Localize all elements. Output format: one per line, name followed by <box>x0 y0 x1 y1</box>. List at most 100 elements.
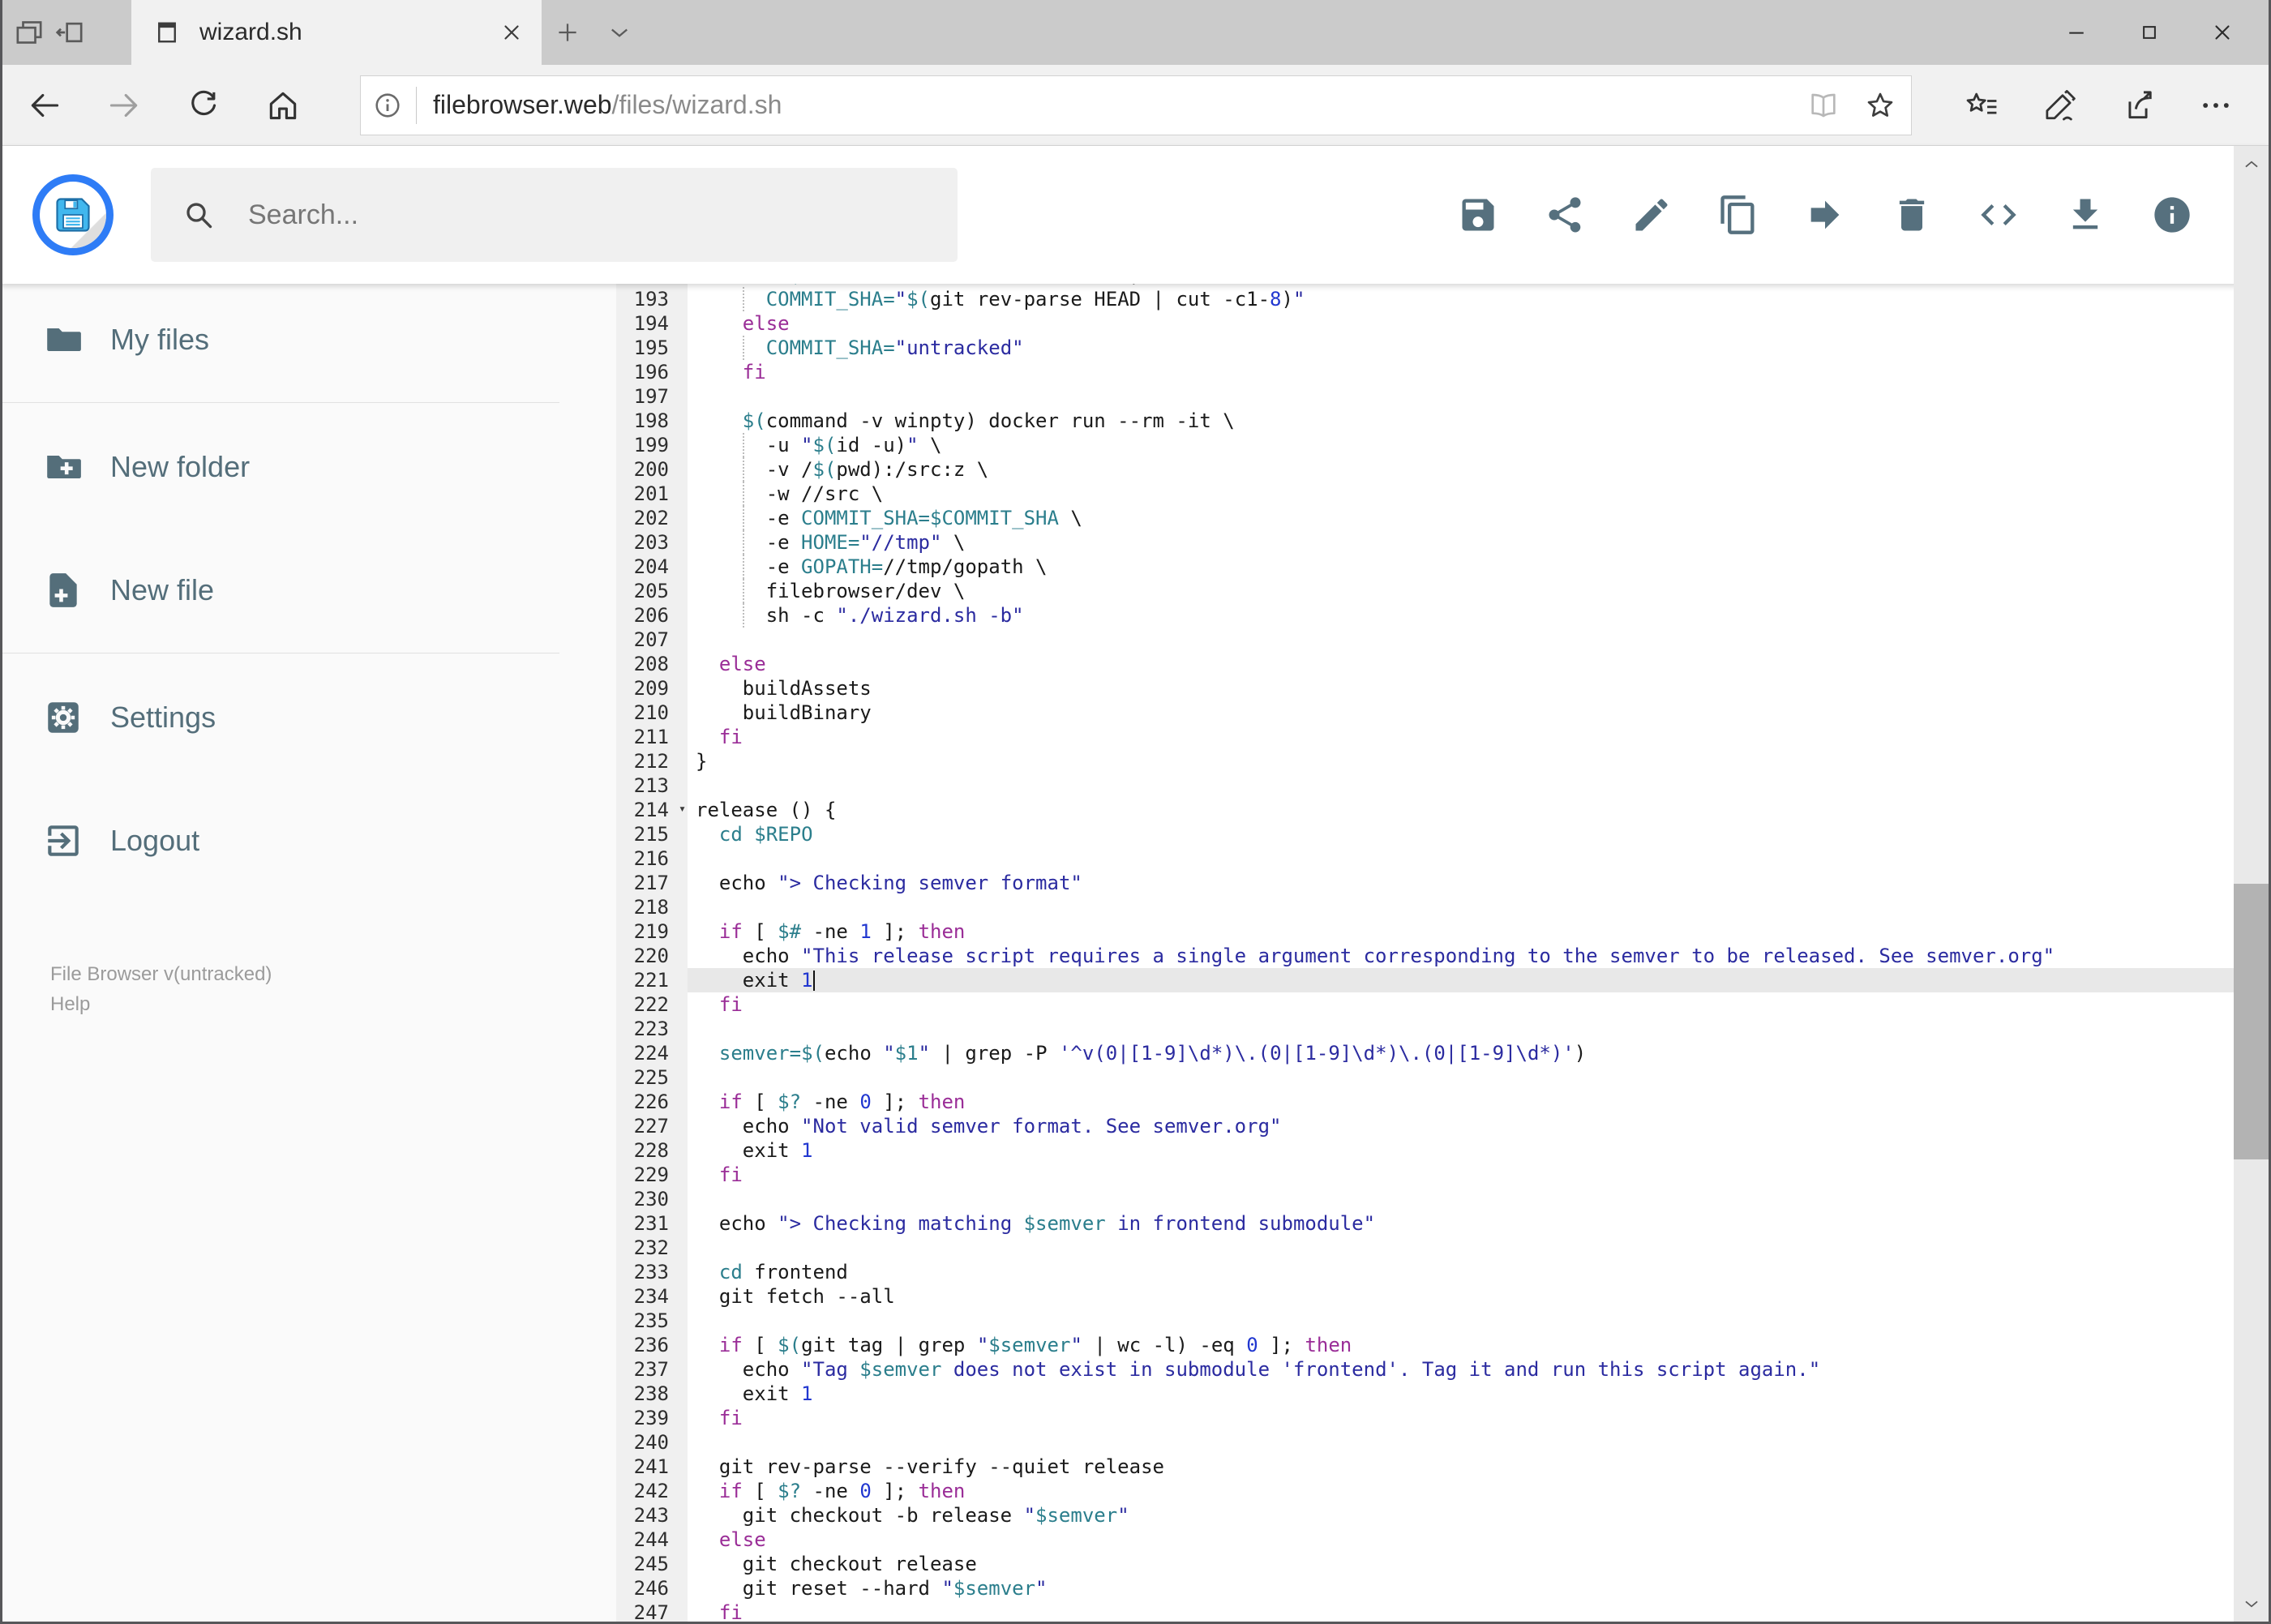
tab-close-button[interactable] <box>499 20 524 45</box>
code-line-244[interactable]: 244 else <box>616 1528 2236 1552</box>
code-line-224[interactable]: 224 semver=$(echo "$1" | grep -P '^v(0|[… <box>616 1041 2236 1065</box>
code-line-225[interactable]: 225 <box>616 1065 2236 1090</box>
minimize-button[interactable] <box>2040 0 2113 65</box>
new-tab-button[interactable] <box>542 0 593 65</box>
scroll-up-button[interactable] <box>2234 146 2269 182</box>
code-line-221[interactable]: 221 exit 1 <box>616 968 2236 992</box>
sidebar-item-new-folder[interactable]: New folder <box>0 439 616 495</box>
move-button[interactable] <box>1797 186 1853 243</box>
code-line-217[interactable]: 217 echo "> Checking semver format" <box>616 871 2236 895</box>
info-button[interactable] <box>2144 186 2200 243</box>
code-line-210[interactable]: 210 buildBinary <box>616 701 2236 725</box>
add-favorite-button[interactable] <box>1864 89 1896 122</box>
code-line-197[interactable]: 197 <box>616 384 2236 409</box>
page-scrollbar[interactable] <box>2234 146 2269 1622</box>
code-line-233[interactable]: 233 cd frontend <box>616 1260 2236 1284</box>
hub-button[interactable] <box>1954 77 2011 134</box>
code-line-209[interactable]: 209 buildAssets <box>616 676 2236 701</box>
code-line-242[interactable]: 242 if [ $? -ne 0 ]; then <box>616 1479 2236 1503</box>
code-line-229[interactable]: 229 fi <box>616 1163 2236 1187</box>
code-line-206[interactable]: 206 sh -c "./wizard.sh -b" <box>616 603 2236 628</box>
search-input[interactable] <box>246 198 933 232</box>
code-line-235[interactable]: 235 <box>616 1309 2236 1333</box>
code-line-195[interactable]: 195 COMMIT_SHA="untracked" <box>616 336 2236 360</box>
code-line-232[interactable]: 232 <box>616 1236 2236 1260</box>
refresh-button[interactable] <box>175 77 232 134</box>
code-line-211[interactable]: 211 fi <box>616 725 2236 749</box>
code-line-240[interactable]: 240 <box>616 1430 2236 1455</box>
forward-button[interactable] <box>96 77 152 134</box>
share-button[interactable] <box>1536 186 1593 243</box>
code-line-230[interactable]: 230 <box>616 1187 2236 1211</box>
code-line-193[interactable]: 193 COMMIT_SHA="$(git rev-parse HEAD | c… <box>616 287 2236 311</box>
annotate-button[interactable] <box>2032 77 2089 134</box>
code-line-213[interactable]: 213 <box>616 773 2236 798</box>
code-line-236[interactable]: 236 if [ $(git tag | grep "$semver" | wc… <box>616 1333 2236 1357</box>
back-button[interactable] <box>16 77 73 134</box>
save-button[interactable] <box>1450 186 1506 243</box>
delete-button[interactable] <box>1883 186 1940 243</box>
code-line-227[interactable]: 227 echo "Not valid semver format. See s… <box>616 1114 2236 1138</box>
code-line-215[interactable]: 215 cd $REPO <box>616 822 2236 846</box>
source-code-button[interactable] <box>1970 186 2027 243</box>
code-line-245[interactable]: 245 git checkout release <box>616 1552 2236 1576</box>
code-line-214[interactable]: 214 ▾ release () { <box>616 798 2236 822</box>
sidebar-item-logout[interactable]: Logout <box>0 813 616 868</box>
sidebar-item-settings[interactable]: Settings <box>0 690 616 745</box>
code-line-194[interactable]: 194 else <box>616 311 2236 336</box>
sidebar-item-my-files[interactable]: My files <box>0 312 616 367</box>
code-line-196[interactable]: 196 fi <box>616 360 2236 384</box>
site-info-icon[interactable] <box>372 90 403 121</box>
url-text[interactable]: filebrowser.web/files/wizard.sh <box>433 90 782 120</box>
code-line-231[interactable]: 231 echo "> Checking matching $semver in… <box>616 1211 2236 1236</box>
code-line-202[interactable]: 202 -e COMMIT_SHA=$COMMIT_SHA \ <box>616 506 2236 530</box>
code-line-243[interactable]: 243 git checkout -b release "$semver" <box>616 1503 2236 1528</box>
copy-button[interactable] <box>1710 186 1767 243</box>
search-box[interactable] <box>151 168 958 262</box>
code-line-234[interactable]: 234 git fetch --all <box>616 1284 2236 1309</box>
tab-list-dropdown-button[interactable] <box>593 0 645 65</box>
code-line-239[interactable]: 239 fi <box>616 1406 2236 1430</box>
code-line-246[interactable]: 246 git reset --hard "$semver" <box>616 1576 2236 1600</box>
code-line-241[interactable]: 241 git rev-parse --verify --quiet relea… <box>616 1455 2236 1479</box>
code-line-228[interactable]: 228 exit 1 <box>616 1138 2236 1163</box>
code-line-207[interactable]: 207 <box>616 628 2236 652</box>
download-button[interactable] <box>2057 186 2114 243</box>
share-page-button[interactable] <box>2110 77 2166 134</box>
code-line-238[interactable]: 238 exit 1 <box>616 1382 2236 1406</box>
code-line-222[interactable]: 222 fi <box>616 992 2236 1017</box>
code-line-223[interactable]: 223 <box>616 1017 2236 1041</box>
code-line-216[interactable]: 216 <box>616 846 2236 871</box>
code-line-201[interactable]: 201 -w //src \ <box>616 482 2236 506</box>
maximize-button[interactable] <box>2113 0 2186 65</box>
scroll-down-button[interactable] <box>2234 1585 2269 1622</box>
code-line-198[interactable]: 198 $(command -v winpty) docker run --rm… <box>616 409 2236 433</box>
fold-marker-icon[interactable]: ▾ <box>679 803 686 815</box>
app-logo[interactable] <box>32 174 114 255</box>
address-bar[interactable]: filebrowser.web/files/wizard.sh <box>360 75 1912 135</box>
reading-view-button[interactable] <box>1807 89 1840 122</box>
set-tabs-aside-button[interactable] <box>54 16 86 49</box>
code-line-199[interactable]: 199 -u "$(id -u)" \ <box>616 433 2236 457</box>
tab-preview-button[interactable] <box>13 16 45 49</box>
rename-button[interactable] <box>1623 186 1680 243</box>
code-editor[interactable]: 192 if [ "$(command -v docker)" != "" ];… <box>616 284 2236 1624</box>
code-line-220[interactable]: 220 echo "This release script requires a… <box>616 944 2236 968</box>
code-line-205[interactable]: 205 filebrowser/dev \ <box>616 579 2236 603</box>
code-line-204[interactable]: 204 -e GOPATH=//tmp/gopath \ <box>616 555 2236 579</box>
close-window-button[interactable] <box>2186 0 2259 65</box>
code-line-203[interactable]: 203 -e HOME="//tmp" \ <box>616 530 2236 555</box>
more-options-button[interactable] <box>2187 77 2244 134</box>
code-line-219[interactable]: 219 if [ $# -ne 1 ]; then <box>616 919 2236 944</box>
sidebar-item-new-file[interactable]: New file <box>0 563 616 618</box>
home-button[interactable] <box>255 77 311 134</box>
code-line-200[interactable]: 200 -v /$(pwd):/src:z \ <box>616 457 2236 482</box>
scrollbar-thumb[interactable] <box>2234 884 2269 1159</box>
code-line-208[interactable]: 208 else <box>616 652 2236 676</box>
code-line-237[interactable]: 237 echo "Tag $semver does not exist in … <box>616 1357 2236 1382</box>
code-line-247[interactable]: 247 fi <box>616 1600 2236 1624</box>
code-line-226[interactable]: 226 if [ $? -ne 0 ]; then <box>616 1090 2236 1114</box>
help-link[interactable]: Help <box>50 989 616 1019</box>
browser-tab[interactable]: wizard.sh <box>131 0 542 65</box>
code-line-212[interactable]: 212} <box>616 749 2236 773</box>
